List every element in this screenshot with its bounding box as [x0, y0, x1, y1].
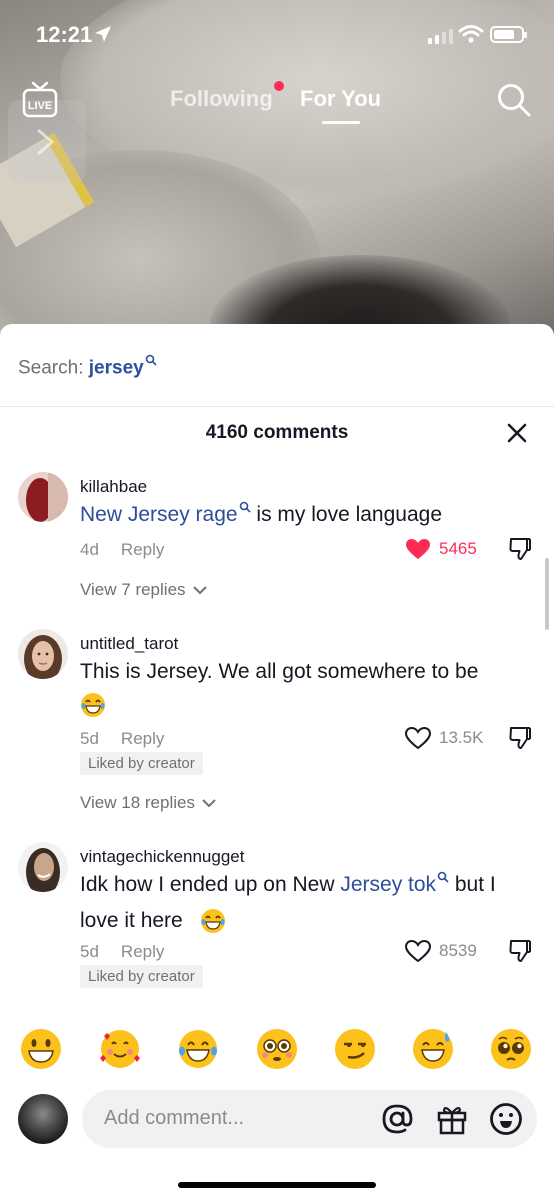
- search-icon: [145, 354, 157, 366]
- view-replies-button[interactable]: View 7 replies: [80, 580, 208, 600]
- reply-button[interactable]: Reply: [121, 540, 164, 559]
- top-navigation: LIVE Following For You: [0, 70, 554, 130]
- smirking-emoji-icon[interactable]: [334, 1028, 376, 1070]
- comment-username[interactable]: killahbae: [80, 477, 147, 497]
- live-tv-icon[interactable]: LIVE: [22, 80, 58, 120]
- comment-composer: Add comment...: [0, 1090, 554, 1200]
- status-time: 12:21: [36, 22, 93, 47]
- avatar[interactable]: [18, 842, 68, 892]
- search-prefix: Search:: [18, 357, 89, 379]
- like-count: 8539: [439, 941, 477, 960]
- dislike-icon[interactable]: [508, 938, 532, 964]
- emoji-picker-icon[interactable]: [489, 1102, 523, 1136]
- divider: [0, 406, 554, 407]
- comment-username[interactable]: vintagechickennugget: [80, 847, 244, 867]
- view-replies-button[interactable]: View 18 replies: [80, 793, 217, 813]
- comment-text: New Jersey rage is my love language: [80, 497, 520, 532]
- comment-text: Idk how I ended up on New Jersey tok but…: [80, 867, 520, 902]
- comment-text: This is Jersey. We all got somewhere to …: [80, 660, 479, 683]
- gift-icon[interactable]: [436, 1102, 468, 1136]
- liked-by-creator-badge: Liked by creator: [80, 752, 203, 775]
- dislike-icon[interactable]: [508, 536, 532, 562]
- sweat-smile-emoji-icon[interactable]: [412, 1028, 454, 1070]
- scrollbar[interactable]: [545, 558, 549, 630]
- comment-text-line2: love it here: [80, 903, 183, 938]
- comment-age: 5d: [80, 942, 99, 961]
- avatar[interactable]: [18, 629, 68, 679]
- laughing-emoji-icon: [201, 909, 225, 933]
- comment-text-part: love it here: [80, 909, 183, 932]
- comment-meta: 5d Reply: [80, 729, 164, 749]
- signal-icon: [428, 29, 453, 44]
- search-icon: [239, 501, 251, 513]
- home-indicator: [178, 1182, 376, 1188]
- laughing-emoji-icon[interactable]: [177, 1028, 219, 1070]
- location-arrow-icon: [95, 26, 111, 42]
- view-replies-label: View 7 replies: [80, 580, 186, 599]
- search-link[interactable]: New Jersey rage: [80, 503, 238, 526]
- laughing-emoji-icon: [81, 693, 105, 717]
- view-replies-label: View 18 replies: [80, 793, 195, 812]
- comment-age: 4d: [80, 540, 99, 559]
- like-button[interactable]: 13.5K: [405, 727, 483, 749]
- chevron-down-icon: [202, 799, 216, 808]
- active-tab-indicator: [322, 121, 360, 124]
- avatar[interactable]: [18, 472, 68, 522]
- search-icon[interactable]: [496, 82, 532, 118]
- search-link[interactable]: Jersey tok: [340, 873, 436, 896]
- comment-text-rest: is my love language: [250, 503, 443, 526]
- heart-outline-icon: [405, 727, 431, 749]
- my-avatar: [18, 1094, 68, 1144]
- smiling-hearts-emoji-icon[interactable]: [98, 1028, 142, 1070]
- like-button[interactable]: 5465: [405, 538, 477, 560]
- comment-username[interactable]: untitled_tarot: [80, 634, 178, 654]
- comment-text-part: Idk how I ended up on New: [80, 873, 341, 896]
- search-icon: [437, 871, 449, 883]
- like-count: 5465: [439, 539, 477, 558]
- wifi-icon: [458, 25, 484, 43]
- reply-button[interactable]: Reply: [121, 942, 164, 961]
- comment-count: 4160 comments: [205, 422, 349, 443]
- emoji-quick-bar: [0, 1010, 554, 1090]
- reply-button[interactable]: Reply: [121, 729, 164, 748]
- flushed-emoji-icon[interactable]: [256, 1028, 298, 1070]
- like-count: 13.5K: [439, 728, 484, 747]
- comment-search-suggestion[interactable]: Search: jersey: [18, 354, 157, 379]
- liked-by-creator-badge: Liked by creator: [80, 965, 203, 988]
- comment-age: 5d: [80, 729, 99, 748]
- comment-meta: 5d Reply: [80, 942, 164, 962]
- heart-outline-icon: [405, 940, 431, 962]
- chevron-down-icon: [192, 586, 207, 595]
- comment-text-part: but I: [449, 873, 496, 896]
- live-label: LIVE: [28, 100, 52, 112]
- mention-at-icon[interactable]: [380, 1102, 414, 1136]
- heart-filled-icon: [406, 539, 430, 559]
- tab-following[interactable]: Following: [170, 86, 273, 112]
- battery-icon: [490, 26, 527, 43]
- notification-dot: [274, 81, 284, 91]
- close-icon[interactable]: [506, 422, 528, 444]
- pleading-emoji-icon[interactable]: [490, 1028, 532, 1070]
- comment-meta: 4d Reply: [80, 540, 164, 560]
- tab-for-you[interactable]: For You: [300, 86, 381, 112]
- dislike-icon[interactable]: [508, 725, 532, 751]
- like-button[interactable]: 8539: [405, 940, 477, 962]
- comment-input-placeholder[interactable]: Add comment...: [104, 1107, 244, 1130]
- grinning-emoji-icon[interactable]: [20, 1028, 62, 1070]
- status-bar: 12:21: [0, 0, 554, 70]
- search-term[interactable]: jersey: [89, 357, 144, 378]
